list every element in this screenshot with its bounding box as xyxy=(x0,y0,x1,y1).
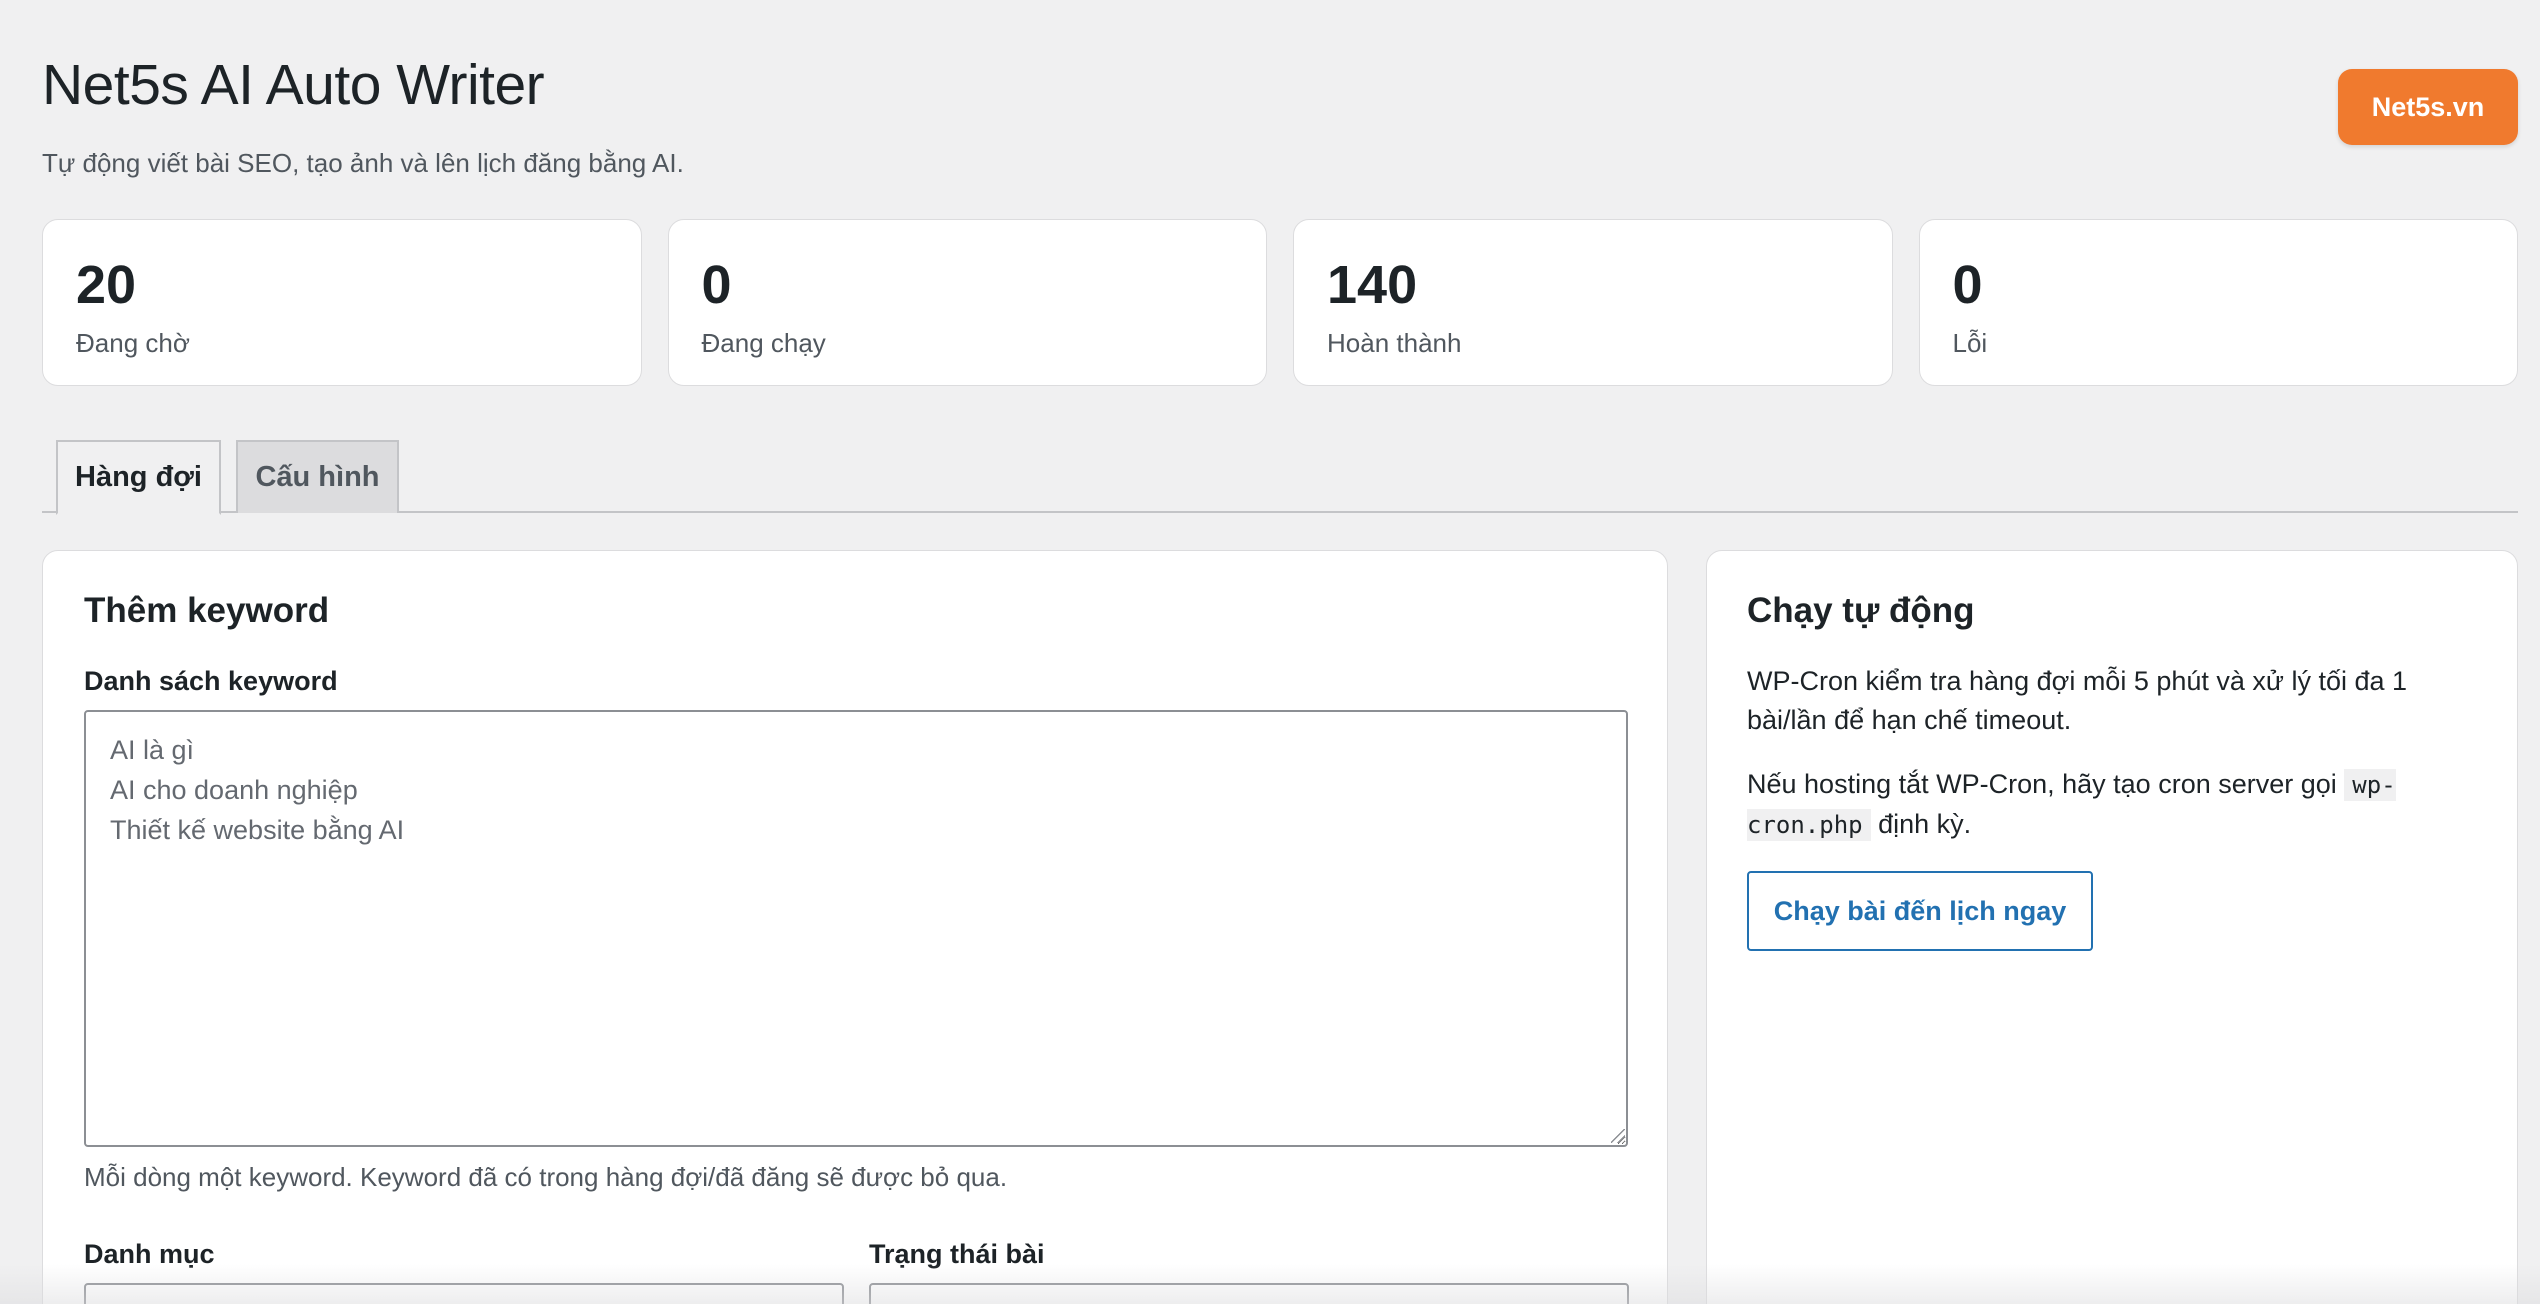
add-keyword-card: Thêm keyword Danh sách keyword Mỗi dòng … xyxy=(42,550,1668,1304)
keyword-textarea[interactable] xyxy=(84,710,1628,1147)
stat-value: 0 xyxy=(701,255,732,315)
stat-card-completed: 140 Hoàn thành xyxy=(1293,219,1893,386)
net5s-link-button[interactable]: Net5s.vn xyxy=(2338,69,2518,145)
stat-card-pending: 20 Đang chờ xyxy=(42,219,642,386)
stat-label: Hoàn thành xyxy=(1327,328,1462,358)
stat-value: 140 xyxy=(1327,255,1418,315)
stat-card-errors: 0 Lỗi xyxy=(1918,219,2518,386)
tab-bar: Hàng đợi Cấu hình xyxy=(42,440,2518,515)
page-title: Net5s AI Auto Writer xyxy=(42,53,545,117)
stat-label: Lỗi xyxy=(1952,328,1988,358)
category-label: Danh mục xyxy=(84,1239,215,1269)
stat-value: 0 xyxy=(1952,255,1983,315)
post-status-select[interactable] xyxy=(869,1283,1629,1304)
header: Net5s AI Auto Writer Tự động viết bài SE… xyxy=(42,0,2518,200)
auto-run-title: Chạy tự động xyxy=(1747,591,1975,630)
keyword-list-label: Danh sách keyword xyxy=(84,666,338,696)
auto-run-description: WP-Cron kiểm tra hàng đợi mỗi 5 phút và … xyxy=(1747,666,2408,735)
stat-card-running: 0 Đang chạy xyxy=(667,219,1267,386)
add-keyword-title: Thêm keyword xyxy=(84,591,330,630)
category-select[interactable] xyxy=(84,1283,844,1304)
stat-label: Đang chờ xyxy=(76,328,190,358)
cron-instructions: Nếu hosting tắt WP-Cron, hãy tạo cron se… xyxy=(1747,765,2477,845)
stat-label: Đang chạy xyxy=(701,328,826,358)
post-status-label: Trạng thái bài xyxy=(869,1239,1045,1269)
cron-prefix: Nếu hosting tắt WP-Cron, hãy tạo cron se… xyxy=(1747,769,2337,799)
cron-suffix: định kỳ. xyxy=(1878,809,1972,839)
tab-config[interactable]: Cấu hình xyxy=(236,440,399,513)
run-scheduled-now-button[interactable]: Chạy bài đến lịch ngay xyxy=(1747,871,2093,951)
resize-handle-icon[interactable] xyxy=(1611,1129,1625,1143)
auto-run-card: Chạy tự động WP-Cron kiểm tra hàng đợi m… xyxy=(1706,550,2518,1304)
page-subtitle: Tự động viết bài SEO, tạo ảnh và lên lịc… xyxy=(42,148,684,178)
stat-value: 20 xyxy=(76,255,137,315)
keyword-help-text: Mỗi dòng một keyword. Keyword đã có tron… xyxy=(84,1162,1008,1192)
stats-row: 20 Đang chờ 0 Đang chạy 140 Hoàn thành 0… xyxy=(42,219,2518,386)
page: Net5s AI Auto Writer Tự động viết bài SE… xyxy=(42,0,2518,1304)
tab-queue[interactable]: Hàng đợi xyxy=(56,440,221,515)
